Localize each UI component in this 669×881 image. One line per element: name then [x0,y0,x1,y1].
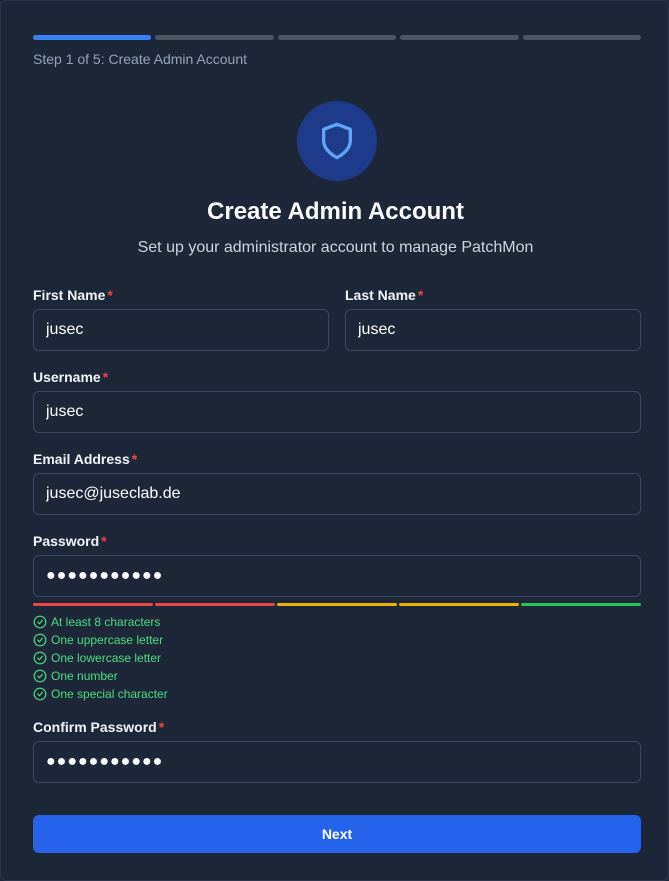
required-marker: * [102,369,109,385]
progress-step-2 [155,35,274,40]
confirm-password-label: Confirm Password * [33,719,165,735]
confirm-password-input[interactable] [33,741,641,783]
last-name-input[interactable] [345,309,641,351]
required-marker: * [101,533,107,549]
step-progress [33,35,642,41]
strength-bar [33,603,153,606]
setup-card: Step 1 of 5: Create Admin Account Create… [0,0,669,881]
password-requirements: At least 8 characters One uppercase lett… [33,613,168,703]
requirement-item: One number [33,667,168,685]
progress-step-1 [33,35,152,40]
next-button[interactable]: Next [33,815,641,853]
check-circle-icon [33,687,47,701]
required-marker: * [417,287,424,303]
progress-step-4 [400,35,519,40]
requirement-item: At least 8 characters [33,613,168,631]
check-circle-icon [33,615,47,629]
check-circle-icon [33,651,47,665]
last-name-label: Last Name * [345,287,424,303]
requirement-item: One special character [33,685,168,703]
password-input[interactable] [33,555,641,597]
shield-icon [322,122,352,160]
progress-step-3 [277,35,397,40]
email-label: Email Address * [33,451,138,467]
required-marker: * [107,287,113,303]
step-indicator: Step 1 of 5: Create Admin Account [33,51,248,67]
password-label: Password * [33,533,107,549]
strength-bar [399,603,519,606]
check-circle-icon [33,633,47,647]
first-name-input[interactable] [33,309,329,351]
required-marker: * [158,719,165,735]
progress-step-5 [522,35,642,40]
email-input[interactable] [33,473,641,515]
password-strength-meter [33,603,641,607]
username-input[interactable] [33,391,641,433]
required-marker: * [131,451,138,467]
strength-bar [155,603,275,606]
check-circle-icon [33,669,47,683]
page-title: Create Admin Account [207,198,464,225]
username-label: Username * [33,369,109,385]
page-subtitle: Set up your administrator account to man… [137,239,534,256]
requirement-item: One uppercase letter [33,631,168,649]
first-name-label: First Name * [33,287,113,303]
shield-badge [297,101,377,181]
strength-bar [521,603,641,606]
requirement-item: One lowercase letter [33,649,168,667]
strength-bar [277,603,397,606]
